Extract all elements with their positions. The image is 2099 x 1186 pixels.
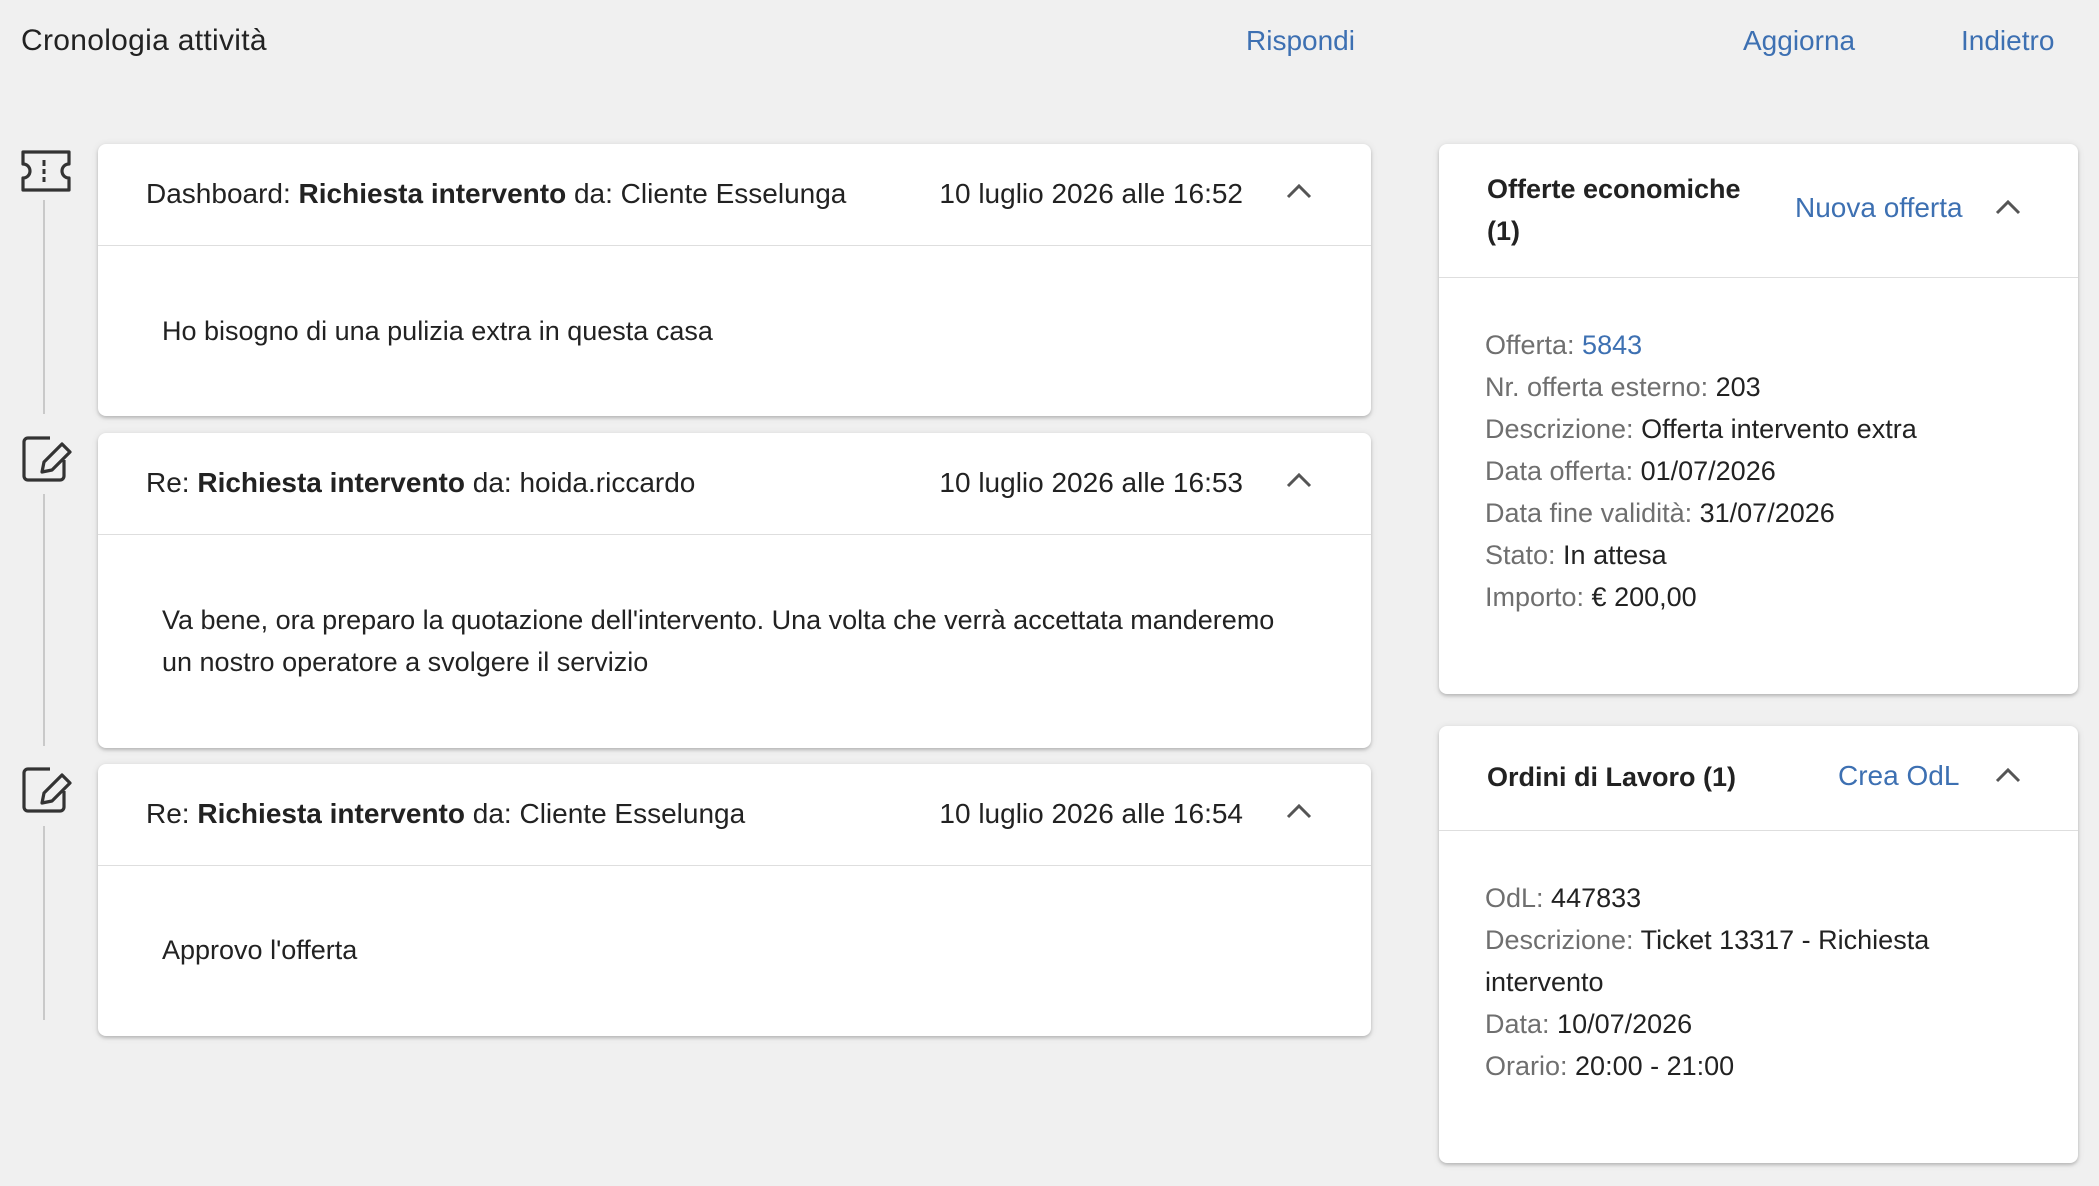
offer-external-number-row: Nr. offerta esterno: 203 [1485,372,1761,402]
offer-description-row: Descrizione: Offerta intervento extra [1485,414,1917,444]
offers-header: Offerte economiche (1) Nuova offerta [1439,144,2078,278]
ticket-icon [20,148,72,194]
offer-amount-row: Importo: € 200,00 [1485,582,1697,612]
offer-number-link[interactable]: 5843 [1582,330,1642,360]
edit-note-icon [20,765,72,813]
create-work-order-button[interactable]: Crea OdL [1838,760,1959,792]
offer-expiry-row: Data fine validità: 31/07/2026 [1485,498,1835,528]
offers-title: Offerte economiche (1) [1487,174,1741,246]
message-date: 10 luglio 2026 alle 16:53 [939,467,1243,498]
refresh-button[interactable]: Aggiorna [1743,25,1855,57]
work-order-date-row: Data: 10/07/2026 [1485,1009,1693,1039]
message-body: Ho bisogno di una pulizia extra in quest… [162,316,713,346]
reply-button[interactable]: Rispondi [1246,25,1355,57]
message-date: 10 luglio 2026 alle 16:54 [939,798,1243,829]
message-header[interactable]: Re: Richiesta intervento da: hoida.ricca… [98,433,1371,535]
work-order-details: OdL: 447833 Descrizione: Ticket 13317 - … [1485,877,1978,1087]
offer-details: Offerta: 5843 Nr. offerta esterno: 203 D… [1485,324,2038,618]
back-button[interactable]: Indietro [1961,25,2054,57]
message-card: Re: Richiesta intervento da: hoida.ricca… [98,433,1371,748]
page-title: Cronologia attività [21,24,267,57]
message-card: Dashboard: Richiesta intervento da: Clie… [98,144,1371,416]
offer-status-row: Stato: In attesa [1485,540,1667,570]
offer-date-row: Data offerta: 01/07/2026 [1485,456,1776,486]
offers-card: Offerte economiche (1) Nuova offerta Off… [1439,144,2078,694]
chevron-up-icon[interactable] [1279,172,1319,212]
message-body: Approvo l'offerta [162,935,358,965]
chevron-up-icon[interactable] [1279,792,1319,832]
timeline-line [43,826,45,1020]
work-order-number-row: OdL: 447833 [1485,883,1642,913]
chevron-up-icon[interactable] [1988,756,2028,796]
work-order-time-row: Orario: 20:00 - 21:00 [1485,1051,1735,1081]
work-order-description-row: Descrizione: Ticket 13317 - Richiesta in… [1485,925,1930,997]
message-title: Dashboard: Richiesta intervento da: Clie… [146,178,847,209]
message-date: 10 luglio 2026 alle 16:52 [939,178,1243,209]
offer-number-row: Offerta: 5843 [1485,330,1643,360]
message-title: Re: Richiesta intervento da: Cliente Ess… [146,798,746,829]
work-orders-card: Ordini di Lavoro (1) Crea OdL OdL: 44783… [1439,726,2078,1163]
timeline-line [43,200,45,414]
top-bar: Cronologia attività Rispondi Aggiorna In… [0,0,2099,90]
work-orders-title: Ordini di Lavoro (1) [1487,762,1737,792]
message-header[interactable]: Dashboard: Richiesta intervento da: Clie… [98,144,1371,246]
chevron-up-icon[interactable] [1279,461,1319,501]
message-title: Re: Richiesta intervento da: hoida.ricca… [146,467,696,498]
message-body: Va bene, ora preparo la quotazione dell'… [162,605,1275,677]
timeline-line [43,494,45,746]
edit-note-icon [20,434,72,482]
message-header[interactable]: Re: Richiesta intervento da: Cliente Ess… [98,764,1371,866]
message-card: Re: Richiesta intervento da: Cliente Ess… [98,764,1371,1036]
work-orders-header: Ordini di Lavoro (1) Crea OdL [1439,726,2078,831]
chevron-up-icon[interactable] [1988,188,2028,228]
new-offer-button[interactable]: Nuova offerta [1795,192,1963,224]
